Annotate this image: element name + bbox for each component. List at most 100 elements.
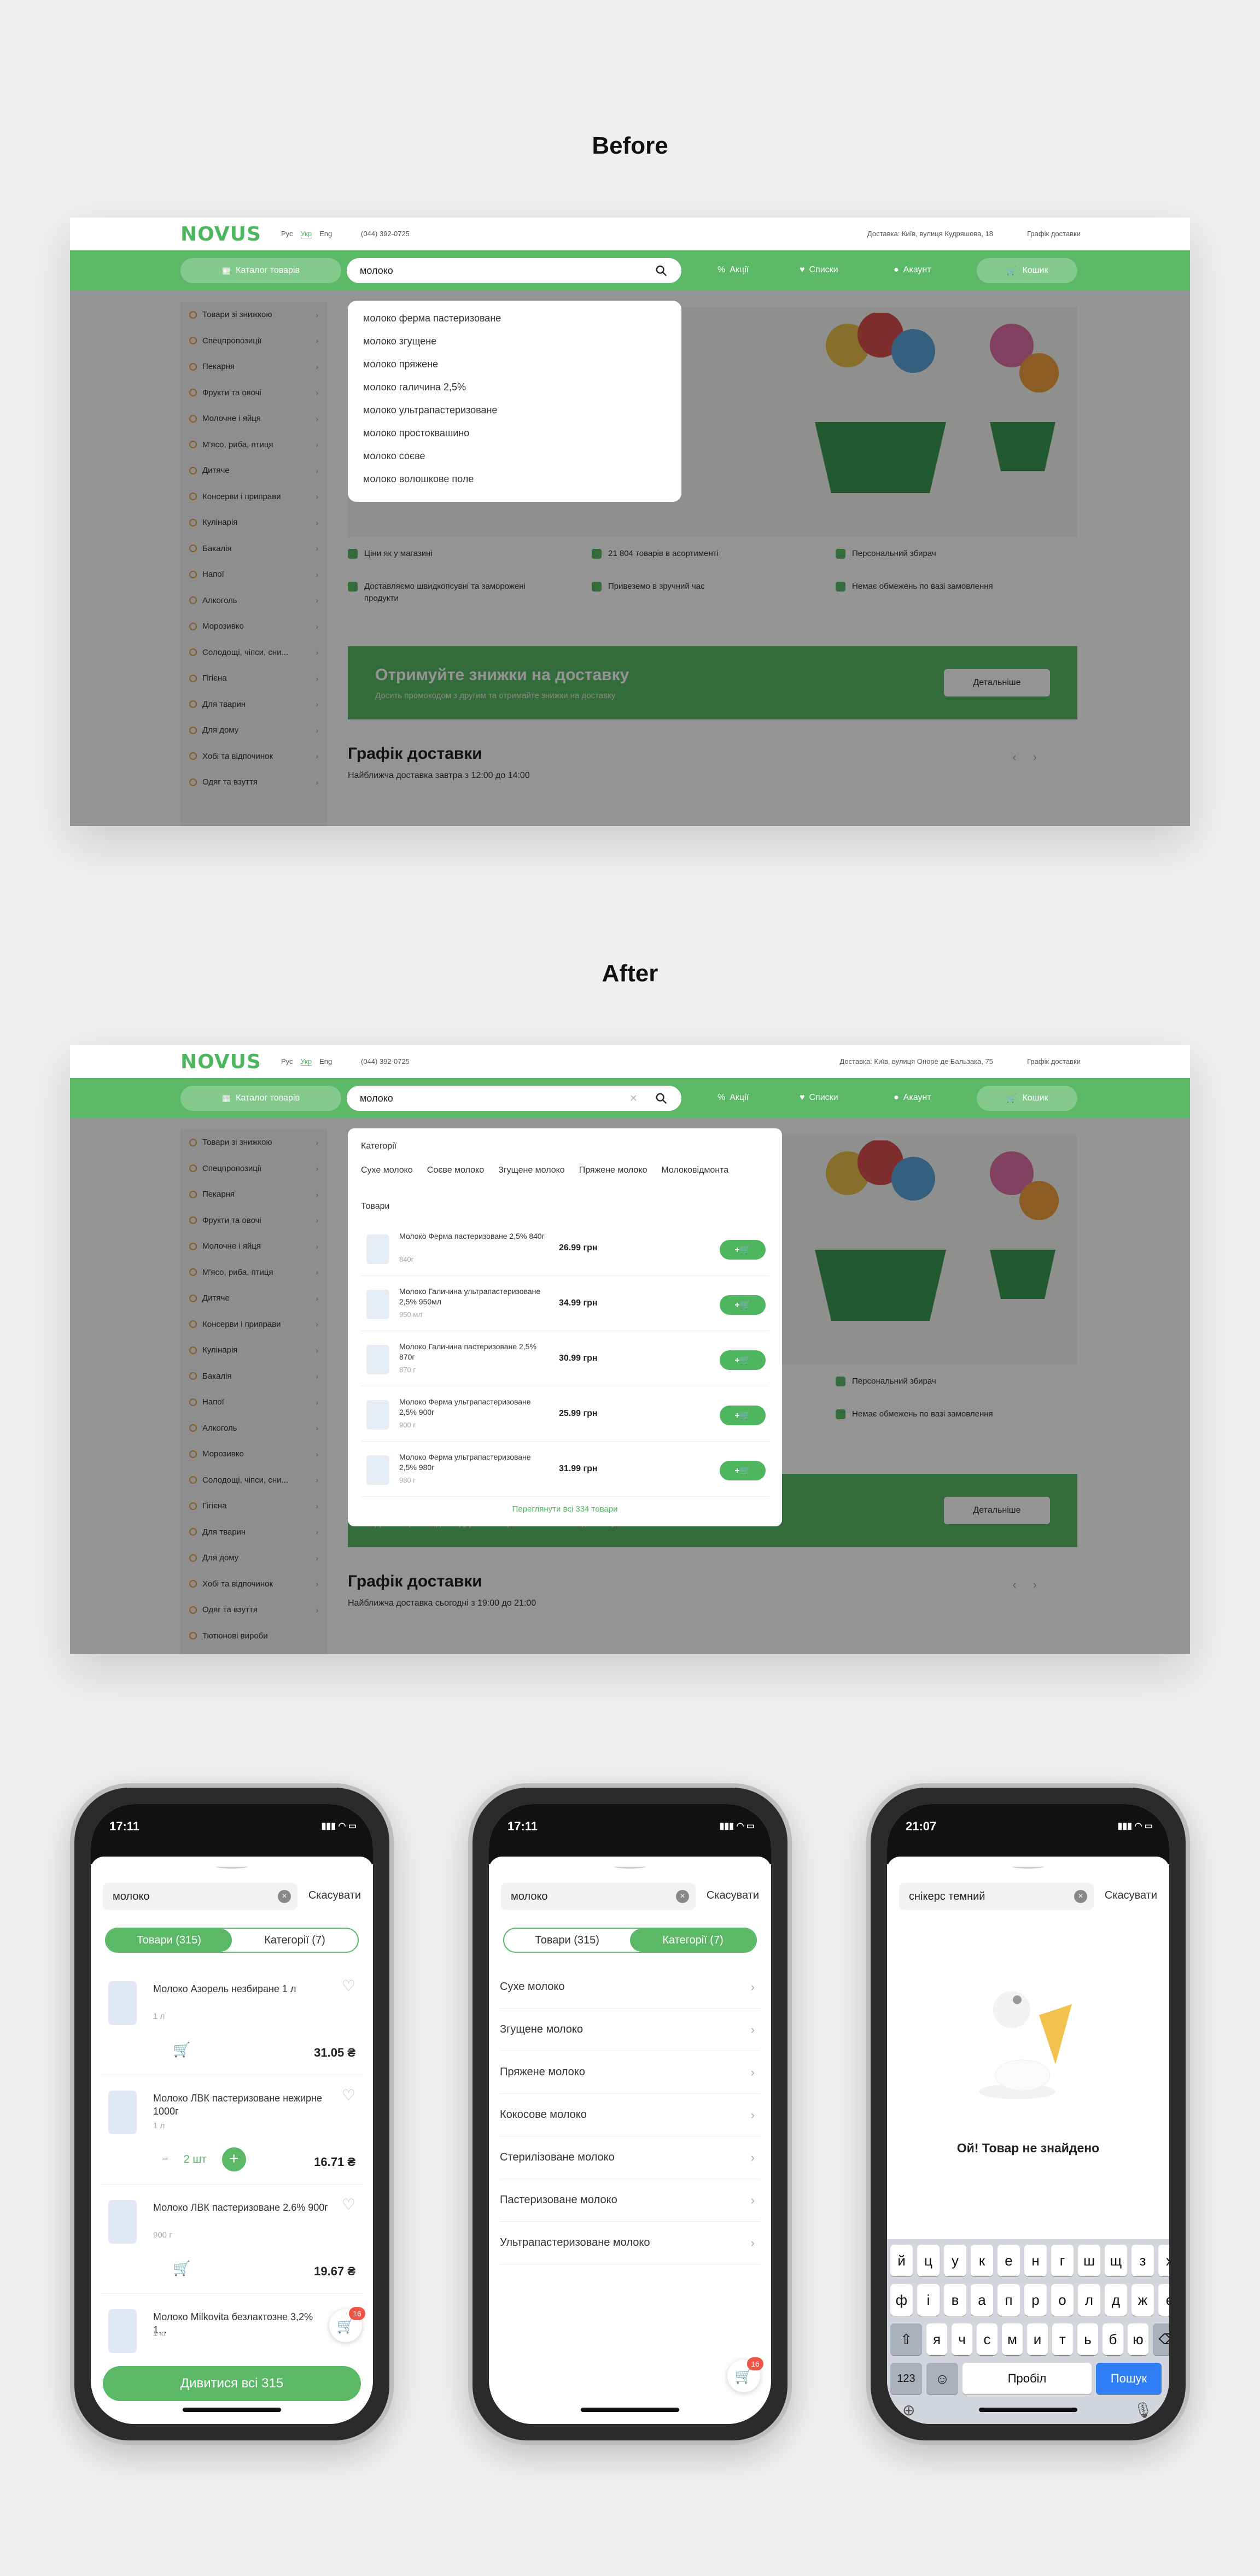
product-row[interactable]: Молоко Галичина пастеризоване 2,5% 870г 8… bbox=[361, 1332, 769, 1386]
product-item[interactable]: Молоко Азорель незбиране 1 л 1 л ♡ 🛒 31.… bbox=[102, 1966, 362, 2075]
novus-logo[interactable]: NOVUS bbox=[180, 1051, 261, 1073]
keyboard-key[interactable]: ч bbox=[952, 2323, 972, 2355]
keyboard-key[interactable]: а bbox=[971, 2284, 993, 2316]
category-chip[interactable]: Сухе молоко bbox=[361, 1166, 413, 1186]
add-to-cart-button[interactable]: +🛒 bbox=[720, 1406, 766, 1425]
tab-products[interactable]: Товари (315) bbox=[504, 1929, 630, 1952]
keyboard-key[interactable]: м bbox=[1002, 2323, 1023, 2355]
lang-en[interactable]: Eng bbox=[319, 230, 332, 238]
add-to-cart-button[interactable]: +🛒 bbox=[720, 1350, 766, 1370]
keyboard-key[interactable]: й bbox=[890, 2245, 913, 2276]
search-key[interactable]: Пошук bbox=[1096, 2363, 1162, 2394]
promos-link[interactable]: % Акції bbox=[718, 1093, 749, 1103]
search-suggestion[interactable]: молоко згущене bbox=[363, 336, 681, 359]
category-row[interactable]: Пряжене молоко › bbox=[500, 2051, 760, 2094]
account-menu[interactable]: ● Акаунт bbox=[894, 265, 931, 275]
catalog-button[interactable]: ▦ Каталог товарів bbox=[180, 258, 341, 283]
search-suggestion[interactable]: молоко волошкове поле bbox=[363, 473, 681, 496]
product-item[interactable]: Молоко ЛВК пастеризоване нежирне 1000г 1… bbox=[102, 2075, 362, 2185]
delivery-address[interactable]: Доставка: Київ, вулиця Оноре де Бальзака… bbox=[839, 1057, 993, 1065]
backspace-key[interactable]: ⌫ bbox=[1153, 2323, 1169, 2355]
search-icon[interactable] bbox=[655, 1092, 667, 1104]
add-to-cart-button[interactable]: +🛒 bbox=[720, 1295, 766, 1315]
delivery-schedule-link[interactable]: Графік доставки bbox=[1027, 230, 1081, 238]
phone-number[interactable]: (044) 392-0725 bbox=[361, 1057, 410, 1065]
keyboard-key[interactable]: у bbox=[944, 2245, 966, 2276]
tab-products[interactable]: Товари (315) bbox=[106, 1929, 232, 1952]
search-suggestion[interactable]: молоко простоквашино bbox=[363, 428, 681, 450]
keyboard-key[interactable]: х bbox=[1158, 2245, 1169, 2276]
keyboard-key[interactable]: в bbox=[944, 2284, 966, 2316]
search-suggestion[interactable]: молоко соєве bbox=[363, 450, 681, 473]
keyboard-key[interactable]: ф bbox=[890, 2284, 913, 2316]
keyboard-key[interactable]: є bbox=[1158, 2284, 1169, 2316]
search-icon[interactable] bbox=[655, 265, 667, 277]
delivery-schedule-link[interactable]: Графік доставки bbox=[1027, 1057, 1081, 1065]
shift-key[interactable]: ⇧ bbox=[890, 2323, 922, 2355]
search-input[interactable]: молоко ✕ bbox=[347, 1086, 681, 1111]
see-all-button[interactable]: Дивитися всі 315 bbox=[103, 2366, 361, 2401]
category-chip[interactable]: Молоковідмонта bbox=[661, 1166, 728, 1186]
delivery-address[interactable]: Доставка: Київ, вулиця Кудряшова, 18 bbox=[867, 230, 993, 238]
category-row[interactable]: Сухе молоко › bbox=[500, 1966, 760, 2009]
keyboard-key[interactable]: ц bbox=[917, 2245, 940, 2276]
search-field[interactable]: молоко × bbox=[501, 1883, 696, 1910]
promos-link[interactable]: % Акції bbox=[718, 265, 749, 275]
product-row[interactable]: Молоко Ферма пастеризоване 2,5% 840г 840г… bbox=[361, 1221, 769, 1276]
keyboard-key[interactable]: б bbox=[1102, 2323, 1123, 2355]
product-row[interactable]: Молоко Ферма ультрапастеризоване 2,5% 98… bbox=[361, 1442, 769, 1497]
keyboard-key[interactable]: з bbox=[1131, 2245, 1154, 2276]
favorite-icon[interactable]: ♡ bbox=[342, 2086, 355, 2104]
keyboard-key[interactable]: ш bbox=[1078, 2245, 1100, 2276]
floating-cart-button[interactable]: 🛒 16 bbox=[727, 2357, 763, 2392]
emoji-key[interactable]: ☺ bbox=[926, 2363, 958, 2394]
product-row[interactable]: Молоко Ферма ультрапастеризоване 2,5% 90… bbox=[361, 1387, 769, 1442]
add-to-cart-icon[interactable]: 🛒 bbox=[173, 2260, 190, 2277]
keyboard-key[interactable]: п bbox=[998, 2284, 1020, 2316]
cancel-button[interactable]: Скасувати bbox=[707, 1889, 759, 1902]
novus-logo[interactable]: NOVUS bbox=[180, 223, 261, 245]
sheet-grabber[interactable] bbox=[614, 1864, 646, 1869]
sheet-grabber[interactable] bbox=[1012, 1864, 1045, 1869]
cancel-button[interactable]: Скасувати bbox=[1105, 1889, 1157, 1902]
keyboard-key[interactable]: я bbox=[926, 2323, 947, 2355]
add-to-cart-button[interactable]: +🛒 bbox=[720, 1461, 766, 1480]
search-suggestion[interactable]: молоко пряжене bbox=[363, 359, 681, 382]
clear-icon[interactable]: ✕ bbox=[629, 1093, 638, 1104]
see-all-products-link[interactable]: Переглянути всі 334 товари bbox=[348, 1504, 782, 1514]
add-to-cart-icon[interactable]: 🛒 bbox=[173, 2041, 190, 2058]
category-chip[interactable]: Соєве молоко bbox=[427, 1166, 484, 1186]
cart-button[interactable]: 🛒 Кошик bbox=[977, 1086, 1077, 1111]
sheet-grabber[interactable] bbox=[215, 1864, 248, 1869]
phone-number[interactable]: (044) 392-0725 bbox=[361, 230, 410, 238]
floating-cart-button[interactable]: 🛒 16 bbox=[329, 2307, 365, 2342]
category-row[interactable]: Кокосове молоко › bbox=[500, 2094, 760, 2136]
product-row[interactable]: Молоко Галичина ультрапастеризоване 2,5%… bbox=[361, 1277, 769, 1331]
lists-link[interactable]: ♥ Списки bbox=[800, 265, 838, 275]
globe-icon[interactable]: ⊕ bbox=[902, 2401, 915, 2419]
lang-ru[interactable]: Рус bbox=[281, 1057, 293, 1066]
keyboard-key[interactable]: і bbox=[917, 2284, 940, 2316]
keyboard-key[interactable]: л bbox=[1078, 2284, 1100, 2316]
keyboard-key[interactable]: ь bbox=[1077, 2323, 1098, 2355]
tab-categories[interactable]: Категорії (7) bbox=[232, 1929, 358, 1952]
space-key[interactable]: Пробіл bbox=[962, 2363, 1092, 2394]
category-row[interactable]: Пастеризоване молоко › bbox=[500, 2179, 760, 2222]
microphone-icon[interactable]: 🎙 bbox=[1133, 2401, 1153, 2419]
search-suggestion[interactable]: молоко галичина 2,5% bbox=[363, 382, 681, 405]
product-item[interactable]: Молоко ЛВК пастеризоване 2.6% 900г 900 г… bbox=[102, 2185, 362, 2294]
lang-ua[interactable]: Укр bbox=[300, 1057, 312, 1066]
clear-icon[interactable]: × bbox=[1074, 1890, 1087, 1903]
clear-icon[interactable]: × bbox=[676, 1890, 689, 1903]
keyboard-key[interactable]: о bbox=[1051, 2284, 1074, 2316]
category-chip[interactable]: Згущене молоко bbox=[498, 1166, 565, 1186]
favorite-icon[interactable]: ♡ bbox=[342, 2196, 355, 2214]
keyboard-key[interactable]: к bbox=[971, 2245, 993, 2276]
clear-icon[interactable]: × bbox=[278, 1890, 291, 1903]
catalog-button[interactable]: ▦ Каталог товарів bbox=[180, 1086, 341, 1111]
lists-link[interactable]: ♥ Списки bbox=[800, 1093, 838, 1103]
keyboard-key[interactable]: ж bbox=[1131, 2284, 1154, 2316]
search-suggestion[interactable]: молоко ультрапастеризоване bbox=[363, 405, 681, 428]
category-row[interactable]: Згущене молоко › bbox=[500, 2009, 760, 2051]
keyboard-key[interactable]: д bbox=[1105, 2284, 1127, 2316]
